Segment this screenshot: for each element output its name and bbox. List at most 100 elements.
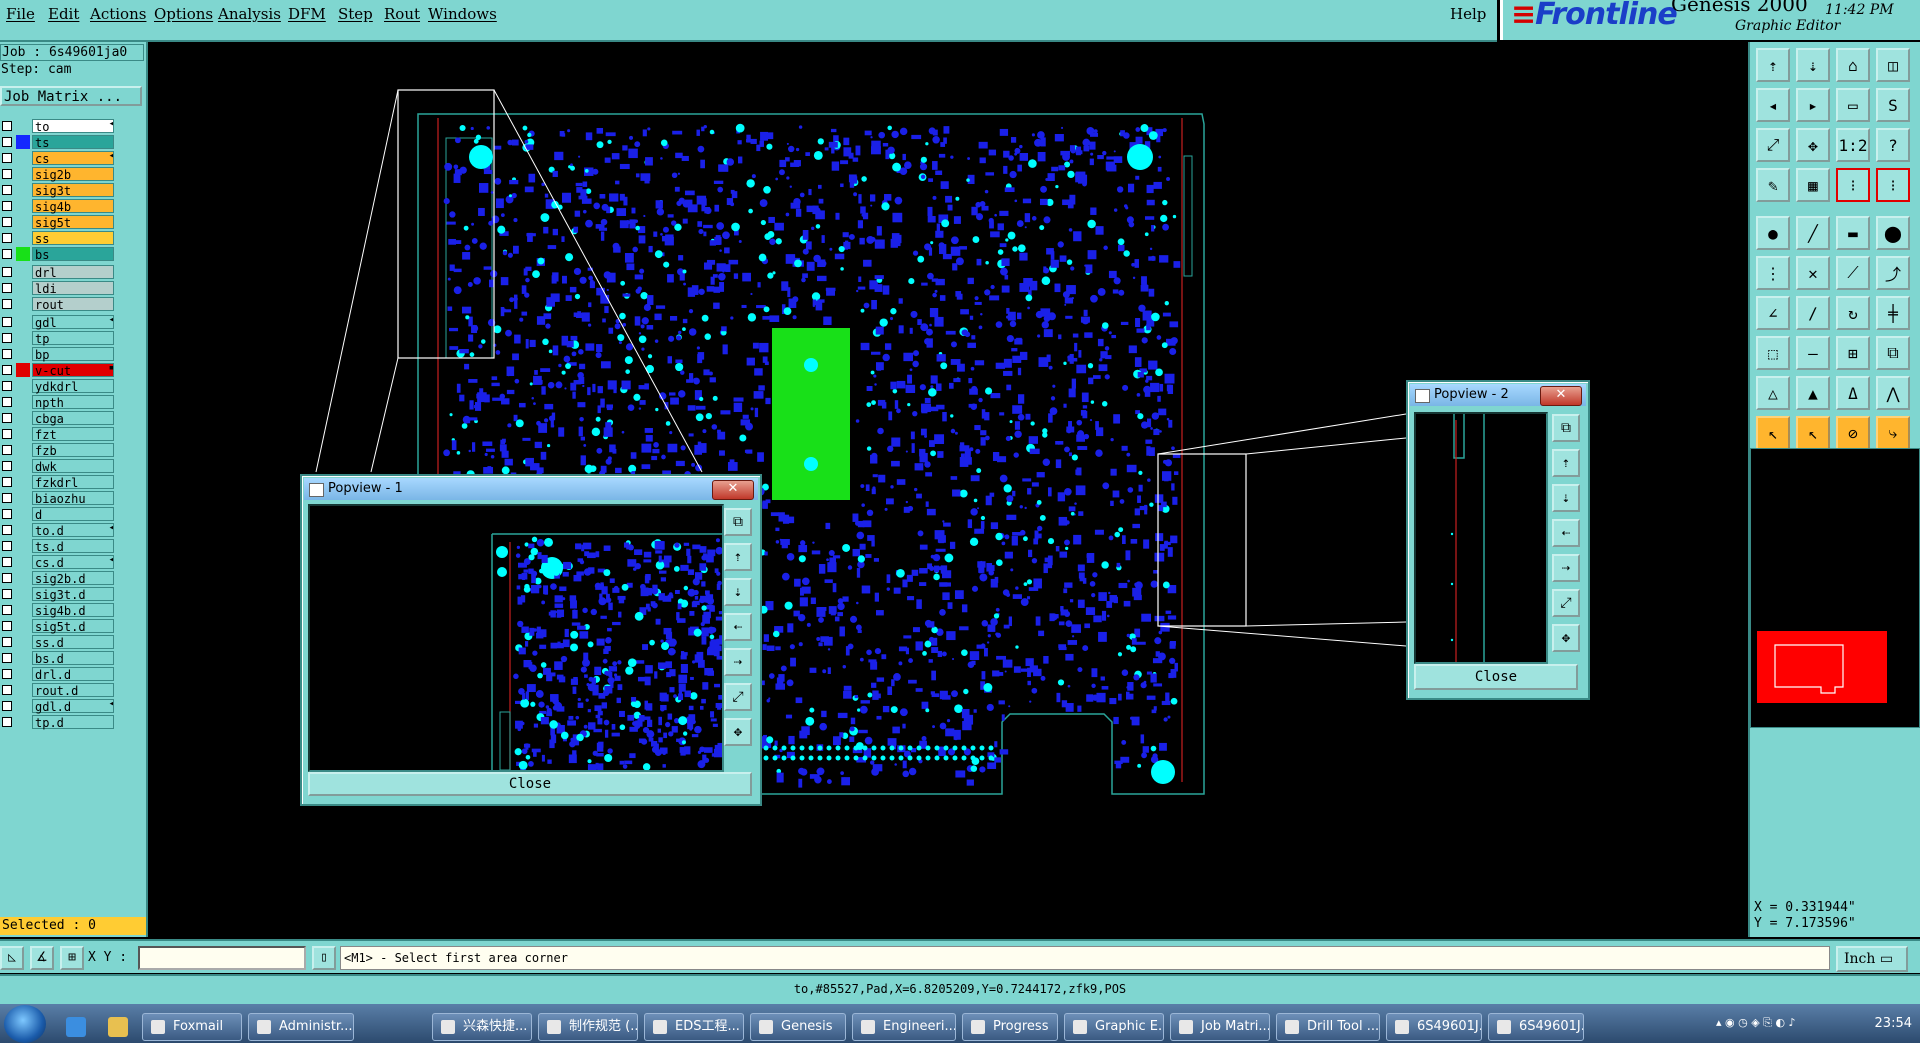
layer-color-swatch[interactable] — [16, 587, 30, 601]
bottom-icon[interactable]: ⇣ — [1552, 484, 1580, 512]
layer-link-icon[interactable]: ⁝ — [1836, 168, 1870, 202]
menu-help[interactable]: Help — [1450, 5, 1486, 23]
layer-name[interactable]: to.d — [32, 523, 114, 538]
layer-name[interactable]: d — [32, 507, 114, 522]
layer-name[interactable]: npth — [32, 395, 114, 410]
layer-row[interactable]: sig3t — [0, 182, 118, 198]
layer-color-swatch[interactable] — [16, 215, 30, 229]
layer-color-swatch[interactable] — [16, 571, 30, 585]
layer-row[interactable]: to ◂ — [0, 118, 118, 134]
layer-row[interactable]: ts.d — [0, 538, 118, 554]
layer-name[interactable]: sig4b.d — [32, 603, 114, 618]
layer-row[interactable]: tp — [0, 330, 118, 346]
layer-color-swatch[interactable] — [16, 331, 30, 345]
layer-name[interactable]: ss — [32, 231, 114, 246]
taskbar-button[interactable]: 制作规范 (... — [538, 1013, 638, 1041]
pointer-select-icon[interactable]: ↖ — [1796, 416, 1830, 450]
layer-row[interactable]: gdl.d ◂ — [0, 698, 118, 714]
layer-row[interactable]: sig5t — [0, 214, 118, 230]
layer-checkbox[interactable] — [2, 233, 12, 243]
route-icon[interactable]: ⤷ — [1876, 416, 1910, 450]
dash-icon[interactable]: — — [1796, 336, 1830, 370]
center-icon[interactable]: ✥ — [724, 718, 752, 746]
left-icon[interactable]: ⇠ — [724, 613, 752, 641]
popview-2-close-button[interactable]: Close — [1414, 664, 1578, 690]
zoom-fit-icon[interactable]: ⤢ — [1756, 128, 1790, 162]
pan-right-icon[interactable]: ▸ — [1796, 88, 1830, 122]
layer-row[interactable]: ss.d — [0, 634, 118, 650]
layer-name[interactable]: tp — [32, 331, 114, 346]
layer-name[interactable]: ts.d — [32, 539, 114, 554]
layer-row[interactable]: gdl ◂ — [0, 314, 118, 330]
layer-checkbox[interactable] — [2, 137, 12, 147]
tray-icons[interactable]: ▴ ◉ ◷ ◈ ⎘ ◐ ♪ — [1716, 1016, 1796, 1030]
taskbar-button[interactable]: Genesis — [750, 1013, 846, 1041]
layer-row[interactable]: bp — [0, 346, 118, 362]
popview-1-window[interactable]: Popview - 1 ✕ ⧉ ⇡ ⇣ ⇠ ⇢ ⤢ ✥ Close — [300, 474, 762, 806]
layer-checkbox[interactable] — [2, 169, 12, 179]
taskbar-button[interactable]: EDS工程... — [644, 1013, 744, 1041]
pad-icon[interactable]: ● — [1756, 216, 1790, 250]
grid-snap-icon[interactable]: ⊞ — [60, 946, 84, 970]
s-icon[interactable]: S — [1876, 88, 1910, 122]
bottom-icon[interactable]: ⇣ — [724, 578, 752, 606]
layer-checkbox[interactable] — [2, 493, 12, 503]
layer-name[interactable]: bs — [32, 247, 114, 262]
layer-checkbox[interactable] — [2, 121, 12, 131]
layer-checkbox[interactable] — [2, 429, 12, 439]
layer-color-swatch[interactable] — [16, 231, 30, 245]
popview-1-close-icon[interactable]: ✕ — [712, 480, 754, 500]
layer-row[interactable]: sig2b — [0, 166, 118, 182]
taskbar-button[interactable]: Graphic E... — [1064, 1013, 1164, 1041]
insert-icon[interactable]: ⇡ — [1756, 48, 1790, 82]
arc-icon[interactable]: ⤴ — [1876, 256, 1910, 290]
snap-icon[interactable]: ◺ — [0, 946, 24, 970]
top-icon[interactable]: ⇡ — [1552, 449, 1580, 477]
layer-name[interactable]: gdl — [32, 315, 114, 330]
layer-color-swatch[interactable] — [16, 347, 30, 361]
layer-color-swatch[interactable] — [16, 119, 30, 133]
menu-edit[interactable]: Edit — [48, 5, 79, 23]
layer-color-swatch[interactable] — [16, 603, 30, 617]
layer-checkbox[interactable] — [2, 349, 12, 359]
brush-icon[interactable]: ✎ — [1756, 168, 1790, 202]
layer-checkbox[interactable] — [2, 413, 12, 423]
layer-row[interactable]: drl.d — [0, 666, 118, 682]
layer-checkbox[interactable] — [2, 573, 12, 583]
pointer-icon[interactable]: ↖ — [1756, 416, 1790, 450]
layer-row[interactable]: tp.d — [0, 714, 118, 730]
menu-windows[interactable]: Windows — [428, 5, 497, 23]
layer-name[interactable]: sig5t — [32, 215, 114, 230]
layer-name[interactable]: bs.d — [32, 651, 114, 666]
layer-checkbox[interactable] — [2, 153, 12, 163]
layer-checkbox[interactable] — [2, 299, 12, 309]
layer-name[interactable]: cs — [32, 151, 114, 166]
layer-name[interactable]: sig5t.d — [32, 619, 114, 634]
peak-icon[interactable]: ⋀ — [1876, 376, 1910, 410]
layer-row[interactable]: ss — [0, 230, 118, 246]
browser-icon[interactable] — [66, 1017, 86, 1037]
layer-checkbox[interactable] — [2, 589, 12, 599]
layer-checkbox[interactable] — [2, 267, 12, 277]
layer-color-swatch[interactable] — [16, 667, 30, 681]
one-to-two-icon[interactable]: 1:2 — [1836, 128, 1870, 162]
layer-color-swatch[interactable] — [16, 199, 30, 213]
layer-name[interactable]: drl.d — [32, 667, 114, 682]
popview-1-close-button[interactable]: Close — [308, 772, 752, 796]
layer-name[interactable]: fzkdrl — [32, 475, 114, 490]
layer-row[interactable]: sig4b.d — [0, 602, 118, 618]
home-icon[interactable]: ⌂ — [1836, 48, 1870, 82]
fit-icon[interactable]: ⤢ — [1552, 589, 1580, 617]
layer-color-swatch[interactable] — [16, 297, 30, 311]
triangle-icon[interactable]: △ — [1756, 376, 1790, 410]
taskbar-button[interactable]: Foxmail — [142, 1013, 242, 1041]
ruler-icon[interactable]: ▬ — [1836, 216, 1870, 250]
layer-unlink-icon[interactable]: ⁝ — [1876, 168, 1910, 202]
layer-row[interactable]: sig5t.d — [0, 618, 118, 634]
layer-row[interactable]: cbga — [0, 410, 118, 426]
layer-checkbox[interactable] — [2, 717, 12, 727]
popview-2-titlebar[interactable]: Popview - 2 ✕ — [1410, 384, 1586, 406]
unit-selector[interactable]: Inch ▭ — [1836, 946, 1908, 972]
layer-name[interactable]: sig2b — [32, 167, 114, 182]
delta-icon[interactable]: Δ — [1836, 376, 1870, 410]
